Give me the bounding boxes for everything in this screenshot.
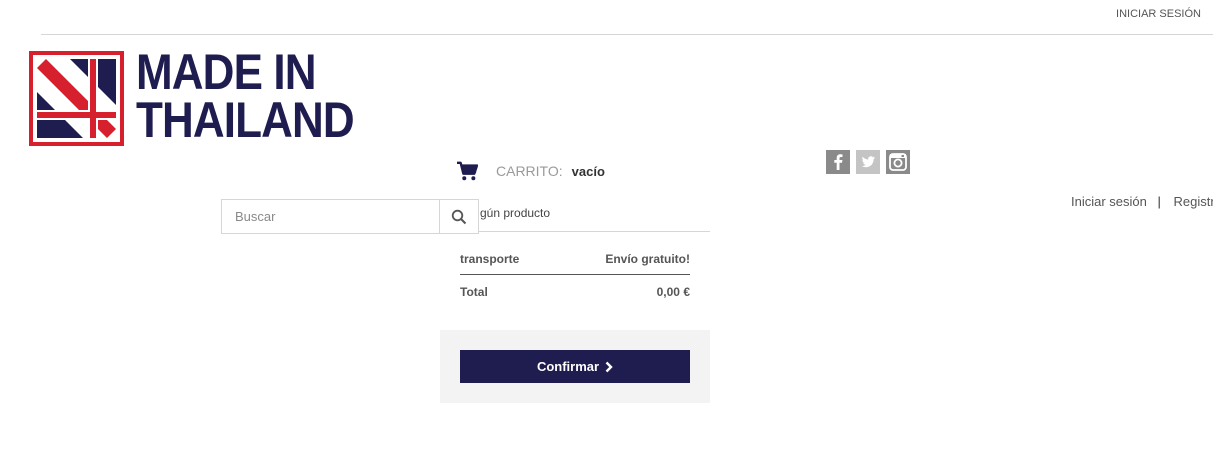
shopping-cart-icon	[457, 161, 478, 181]
total-label: Total	[460, 285, 488, 299]
total-row: Total 0,00 €	[460, 285, 690, 299]
user-links-separator: |	[1157, 194, 1161, 209]
user-links: Iniciar sesión | Registro	[1071, 194, 1213, 209]
login-link[interactable]: Iniciar sesión	[1071, 194, 1147, 209]
search-input[interactable]	[222, 200, 440, 233]
instagram-icon[interactable]	[886, 150, 910, 174]
social-links	[826, 150, 910, 174]
confirm-button[interactable]: Confirmar	[460, 350, 690, 383]
shipping-value: Envío gratuito!	[605, 252, 690, 266]
search-button[interactable]	[439, 200, 478, 233]
totals-divider	[460, 274, 690, 275]
confirm-panel: Confirmar	[440, 330, 710, 403]
confirm-label: Confirmar	[536, 359, 600, 374]
made-in-thailand-logo[interactable]: MADE IN THAILAND	[28, 44, 358, 150]
cart-label: CARRITO:	[496, 163, 563, 179]
search-box	[221, 199, 479, 234]
logo-line-1: MADE IN	[136, 44, 316, 100]
cart-dropdown-divider	[440, 231, 710, 232]
logo-text: MADE IN THAILAND	[136, 44, 355, 148]
shipping-row: transporte Envío gratuito!	[460, 252, 690, 266]
cart-status: vacío	[571, 163, 605, 179]
total-value: 0,00 €	[656, 285, 690, 299]
logo-mark-icon	[29, 51, 124, 146]
cart-summary[interactable]: CARRITO: vacío	[456, 158, 605, 184]
cart-empty-message: gún producto	[480, 206, 551, 220]
register-link[interactable]: Registro	[1174, 194, 1213, 209]
chevron-right-icon	[605, 361, 613, 372]
search-icon	[451, 209, 467, 224]
logo-line-2: THAILAND	[136, 92, 355, 148]
top-login-link[interactable]: INICIAR SESIÓN	[1116, 8, 1201, 20]
shipping-label: transporte	[460, 252, 520, 266]
header-divider	[41, 34, 1213, 35]
facebook-icon[interactable]	[826, 150, 850, 174]
twitter-icon[interactable]	[856, 150, 880, 174]
